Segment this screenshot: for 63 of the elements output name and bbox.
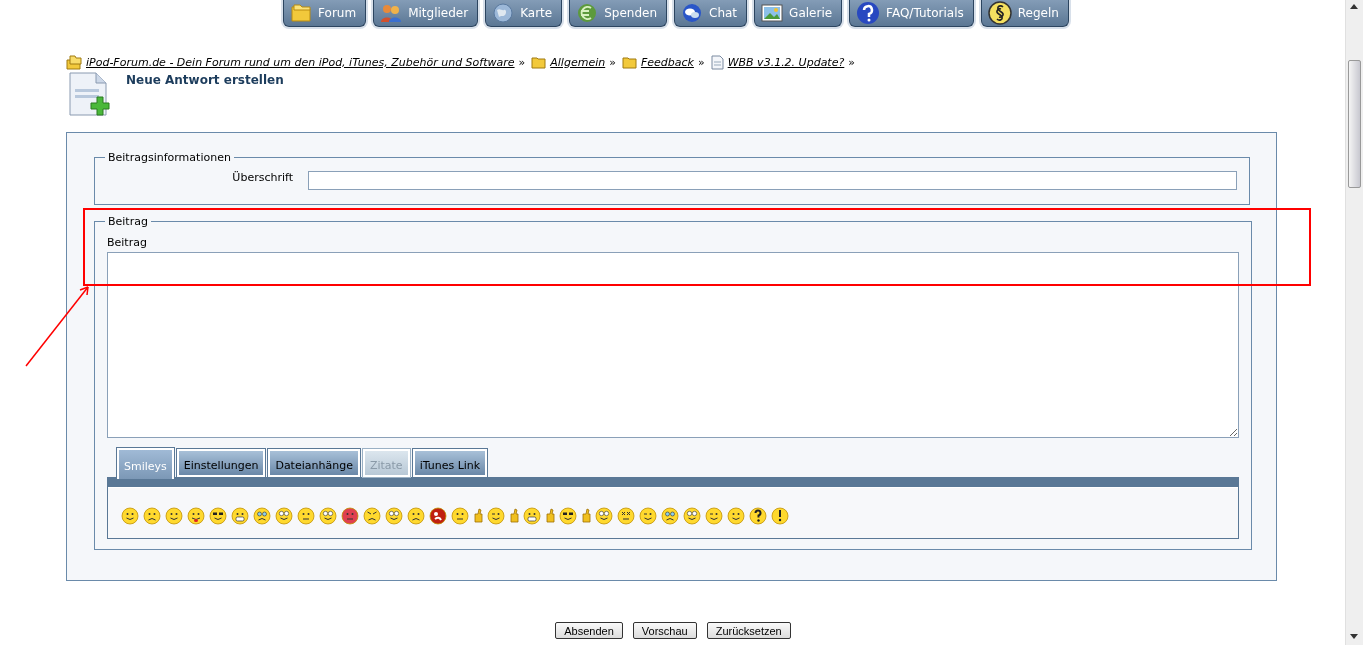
nav-button[interactable]: FAQ/Tutorials: [849, 0, 974, 27]
smiley-icon[interactable]: [429, 505, 447, 525]
paragraph-sign-icon: [987, 0, 1012, 25]
form-button[interactable]: Vorschau: [632, 622, 697, 639]
scrollbar-thumb[interactable]: [1348, 60, 1361, 188]
exclamation-icon[interactable]: [771, 505, 789, 525]
picture-icon: [761, 2, 784, 23]
breadcrumb-separator: »: [848, 55, 856, 69]
page-title: Neue Antwort erstellen: [126, 73, 284, 89]
thumbs-up-icon[interactable]: [509, 505, 519, 525]
form-button[interactable]: Absenden: [555, 622, 623, 639]
question-icon[interactable]: [749, 505, 767, 525]
nav-button[interactable]: Karte: [485, 0, 563, 27]
folder-icon: [290, 2, 313, 23]
nav-button[interactable]: Chat: [674, 0, 748, 27]
folder-icon: [621, 55, 637, 69]
fieldset-legend: Beitrag: [105, 215, 151, 228]
nav-button[interactable]: Forum: [283, 0, 367, 27]
thumbs-up-icon[interactable]: [473, 505, 483, 525]
smiley-icon[interactable]: [559, 505, 577, 525]
people-icon: [380, 2, 403, 23]
breadcrumb-separator: »: [697, 55, 705, 69]
breadcrumb-link[interactable]: iPod-Forum.de - Dein Forum rund um den iPod, iTunes, Zubehör und Software: [86, 55, 515, 69]
fieldset-legend: Beitragsinformationen: [105, 151, 234, 164]
subject-field[interactable]: [308, 171, 1237, 190]
folders-icon: [66, 54, 82, 70]
smiley-icon[interactable]: [143, 505, 161, 525]
smiley-icon[interactable]: [407, 505, 425, 525]
breadcrumb-link[interactable]: Feedback: [640, 55, 694, 69]
nav-button[interactable]: Regeln: [980, 0, 1069, 27]
breadcrumb-separator: »: [609, 55, 616, 69]
document-icon: [710, 54, 724, 70]
scrollbar[interactable]: [1345, 0, 1363, 645]
scroll-up-icon[interactable]: [1350, 4, 1358, 9]
thumbs-up-icon[interactable]: [545, 505, 555, 525]
smiley-icon[interactable]: [727, 505, 745, 525]
globe-icon: [492, 1, 515, 24]
message-field[interactable]: [107, 252, 1239, 438]
smiley-icon[interactable]: [209, 505, 227, 525]
scroll-down-icon[interactable]: [1350, 634, 1358, 639]
folder-icon: [531, 55, 547, 69]
smiley-icon[interactable]: [617, 505, 635, 525]
form-button[interactable]: Zurücksetzen: [706, 622, 791, 639]
breadcrumb-link[interactable]: WBB v3.1.2. Update?: [727, 55, 845, 69]
breadcrumb-separator: »: [518, 55, 526, 69]
smiley-icon[interactable]: [363, 505, 381, 525]
field-label: Beitrag: [107, 236, 148, 249]
chat-bubbles-icon: [681, 1, 704, 24]
euro-icon: [576, 1, 599, 24]
tab[interactable]: Dateianhänge: [268, 449, 360, 477]
nav-button[interactable]: Spenden: [569, 0, 668, 27]
tab[interactable]: Einstellungen: [176, 449, 266, 477]
new-document-icon: [68, 71, 112, 117]
smiley-icon[interactable]: [341, 505, 359, 525]
smiley-icon[interactable]: [165, 505, 183, 525]
field-label: Überschrift: [231, 171, 294, 184]
nav-button[interactable]: Galerie: [754, 0, 843, 27]
thumbs-up-icon[interactable]: [581, 505, 591, 525]
nav-button[interactable]: Mitglieder: [373, 0, 479, 27]
smiley-icon[interactable]: [121, 505, 139, 525]
question-icon: [856, 0, 881, 25]
breadcrumb-link[interactable]: Allgemein: [550, 55, 606, 69]
tab[interactable]: iTunes Link: [412, 449, 488, 477]
